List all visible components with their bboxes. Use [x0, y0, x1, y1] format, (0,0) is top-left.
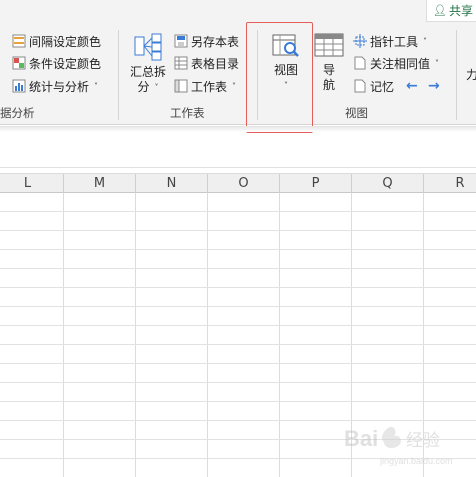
- ribbon-shadow: [0, 126, 476, 132]
- column-header-R[interactable]: R: [424, 174, 476, 193]
- share-button[interactable]: 👤︎ 共享: [426, 0, 476, 22]
- column-header-O[interactable]: O: [208, 174, 280, 193]
- column-header-L[interactable]: L: [0, 174, 64, 193]
- arrow-right-icon: →: [428, 78, 440, 94]
- statistics-analysis-button[interactable]: 统计与分析 ˅: [12, 76, 98, 96]
- focus-same-value-button[interactable]: 关注相同值 ˅: [353, 53, 439, 73]
- grid-line: [207, 193, 208, 477]
- arrow-left-icon: ←: [406, 78, 418, 94]
- grid-line: [0, 344, 476, 345]
- grid-line: [0, 211, 476, 212]
- navigation-grid-icon: [314, 31, 344, 63]
- forward-arrow-button[interactable]: →: [428, 76, 440, 96]
- column-header-row: L M N O P Q R: [0, 173, 476, 193]
- table-directory-icon: [174, 56, 188, 70]
- view-button-highlight: [246, 22, 313, 133]
- person-icon: 👤︎: [433, 4, 447, 17]
- save-sheet-as-button[interactable]: 另存本表: [174, 31, 239, 51]
- column-header-M[interactable]: M: [64, 174, 136, 193]
- interval-color-icon: [12, 34, 26, 48]
- conditional-color-button[interactable]: 条件设定颜色: [12, 53, 101, 73]
- share-label: 共享: [448, 4, 473, 18]
- save-sheet-icon: [174, 34, 188, 48]
- chevron-down-icon: ˅: [94, 81, 99, 91]
- grid-line: [0, 230, 476, 231]
- ribbon: 间隔设定颜色 条件设定颜色 统计与分析 ˅ 据分析 汇总拆 分 ˅ 另存本表 表格…: [0, 22, 476, 125]
- worksheet-button[interactable]: 工作表 ˅: [174, 76, 236, 96]
- grid-line: [0, 249, 476, 250]
- table-directory-button[interactable]: 表格目录: [174, 53, 239, 73]
- svg-text:jingyan.baidu.com: jingyan.baidu.com: [379, 456, 453, 466]
- summary-split-button[interactable]: 汇总拆 分 ˅: [126, 31, 170, 95]
- group-label-data-analysis: 据分析: [0, 106, 35, 120]
- worksheet-icon: [174, 79, 188, 93]
- cut-off-ribbon-item[interactable]: 力: [466, 64, 476, 84]
- conditional-color-icon: [12, 56, 26, 70]
- crosshair-icon: [353, 34, 367, 48]
- column-header-P[interactable]: P: [280, 174, 352, 193]
- back-arrow-button[interactable]: ←: [406, 76, 418, 96]
- title-bar: [0, 0, 476, 22]
- chevron-down-icon: ˅: [423, 36, 428, 46]
- chevron-down-icon: ˅: [232, 81, 237, 91]
- group-separator: [456, 30, 457, 120]
- grid-line: [279, 193, 280, 477]
- document-icon: [353, 79, 367, 93]
- navigation-button[interactable]: 导 航: [313, 31, 345, 93]
- pointer-tool-button[interactable]: 指针工具 ˅: [353, 31, 427, 51]
- grid-line: [0, 382, 476, 383]
- group-label-view: 视图: [345, 106, 368, 120]
- grid-line: [0, 287, 476, 288]
- grid-line: [63, 193, 64, 477]
- column-header-Q[interactable]: Q: [352, 174, 424, 193]
- grid-line: [135, 193, 136, 477]
- grid-line: [0, 363, 476, 364]
- column-header-N[interactable]: N: [136, 174, 208, 193]
- summary-split-icon: [133, 31, 163, 65]
- group-label-worksheet: 工作表: [170, 106, 205, 120]
- formula-bar[interactable]: [0, 134, 476, 168]
- grid-line: [0, 268, 476, 269]
- statistics-icon: [12, 79, 26, 93]
- grid-line: [0, 325, 476, 326]
- interval-color-button[interactable]: 间隔设定颜色: [12, 31, 101, 51]
- grid-line: [0, 401, 476, 402]
- chevron-down-icon: ˅: [435, 58, 440, 68]
- svg-text:经验: 经验: [406, 431, 440, 451]
- baidu-watermark: Bai 经验 jingyan.baidu.com: [340, 420, 470, 470]
- memory-button[interactable]: 记忆: [353, 76, 394, 96]
- grid-line: [0, 306, 476, 307]
- document-icon: [353, 56, 367, 70]
- chevron-down-icon: ˅: [154, 83, 159, 92]
- group-separator: [118, 30, 119, 120]
- svg-text:Bai: Bai: [344, 426, 378, 451]
